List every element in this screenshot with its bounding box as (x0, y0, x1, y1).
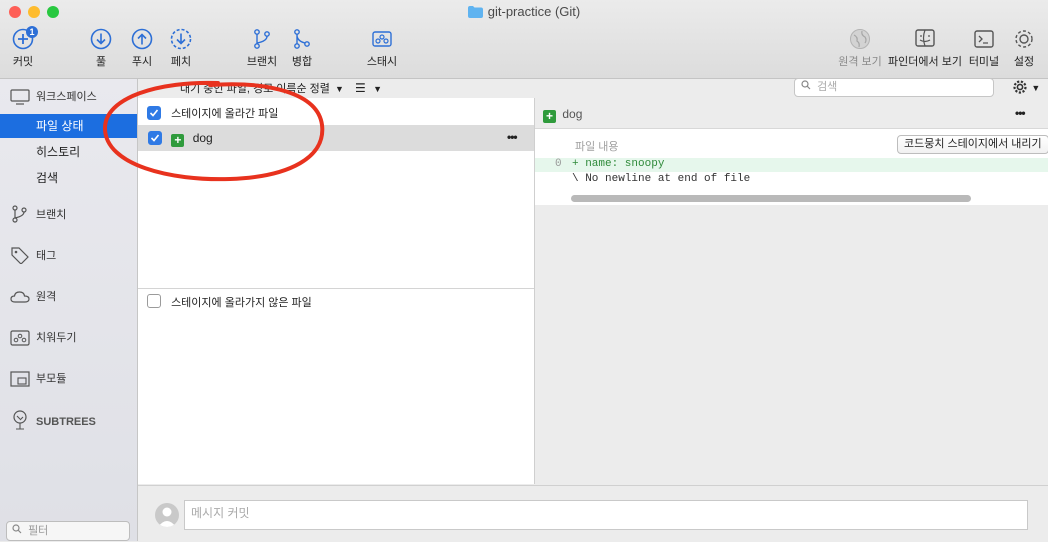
annotation-ellipse (102, 80, 325, 182)
pull-icon (90, 28, 112, 50)
horizontal-scrollbar[interactable] (571, 195, 971, 202)
sidebar-item-label: 파일 상태 (36, 119, 84, 133)
sidebar-tags-header[interactable]: 태그 (10, 246, 56, 266)
diff-hunk: 파일 내용 코드뭉치 스테이지에서 내리기 0 + name: snoopy \… (535, 128, 1048, 205)
window-title-text: git-practice (Git) (487, 4, 581, 19)
chevron-down-icon: ▼ (1031, 83, 1041, 93)
unstaged-all-checkbox[interactable] (147, 294, 161, 308)
gear-icon (1013, 80, 1027, 94)
sidebar-item-label: 히스토리 (36, 145, 81, 159)
stash-icon (372, 31, 392, 47)
search-input[interactable]: 검색 (794, 78, 994, 97)
sidebar-subtrees-header[interactable]: SUBTREES (10, 410, 96, 430)
sidebar-submodules-header[interactable]: 부모듈 (10, 369, 66, 389)
line-number: 0 (555, 158, 562, 170)
sidebar-tags-label: 태그 (36, 250, 57, 262)
commit-message-placeholder: 메시지 커밋 (191, 506, 250, 520)
chevron-down-icon: ▼ (373, 84, 383, 94)
search-placeholder: 검색 (817, 81, 838, 93)
fetch-label: 페치 (170, 56, 192, 68)
diff-pane: + dog ••• 파일 내용 코드뭉치 스테이지에서 내리기 0 + name… (535, 98, 1048, 484)
sidebar-submodules-label: 부모듈 (36, 373, 67, 385)
added-line-text: + name: snoopy (572, 158, 665, 170)
cloud-icon (10, 291, 30, 303)
subtree-icon (13, 410, 27, 430)
list-icon: ☰ (355, 81, 366, 95)
sidebar-item-label: 검색 (36, 171, 59, 185)
sidebar-remotes-label: 원격 (36, 291, 57, 303)
terminal-icon (974, 30, 994, 48)
settings-button[interactable]: 설정 (1010, 28, 1038, 69)
sidebar-filter-input[interactable]: 필터 (6, 521, 130, 541)
added-file-icon: + (543, 110, 556, 123)
fetch-icon (170, 28, 192, 50)
diff-more-button[interactable]: ••• (1015, 106, 1026, 120)
pull-label: 풀 (95, 56, 107, 68)
submodule-icon (10, 371, 30, 387)
diff-file-name: dog (562, 107, 583, 121)
terminal-button[interactable]: 터미널 (966, 28, 1002, 69)
filter-placeholder: 필터 (28, 525, 49, 537)
diff-header: + dog ••• (535, 98, 1048, 128)
diff-line-added: 0 + name: snoopy (535, 158, 1048, 172)
search-icon (12, 524, 25, 537)
remote-view-label: 원격 보기 (838, 56, 882, 68)
branch-label: 브랜치 (246, 56, 278, 68)
merge-button[interactable]: 병합 (287, 28, 317, 69)
no-newline-text: \ No newline at end of file (572, 173, 751, 185)
merge-icon (294, 29, 310, 49)
file-more-button[interactable]: ••• (507, 130, 518, 144)
sidebar-branches-label: 브랜치 (36, 209, 67, 221)
commit-message-input[interactable]: 메시지 커밋 (184, 500, 1028, 530)
stash-label: 스태시 (366, 56, 398, 68)
unstaged-files-header[interactable]: 스테이지에 올라가지 않은 파일 (147, 294, 312, 310)
hunk-label: 파일 내용 (575, 141, 619, 153)
sidebar-workspace-header[interactable]: 워크스페이스 (10, 87, 97, 107)
commit-button[interactable]: 1 커밋 (6, 26, 40, 69)
show-in-finder-button[interactable]: 파인더에서 보기 (887, 28, 963, 69)
pull-button[interactable]: 풀 (86, 28, 116, 69)
toolbar: git-practice (Git) 1 커밋 풀 푸시 페치 브랜치 병합 스… (0, 0, 1048, 79)
pane-divider[interactable] (138, 288, 534, 289)
tag-icon (11, 247, 29, 265)
push-icon (131, 28, 153, 50)
action-menu-button[interactable]: ▼ (1012, 79, 1040, 98)
show-in-finder-label: 파인더에서 보기 (888, 56, 962, 68)
sidebar-branches-header[interactable]: 브랜치 (10, 205, 66, 225)
view-mode-dropdown[interactable]: ☰ ▼ (355, 81, 382, 95)
monitor-icon (10, 89, 30, 105)
search-icon (801, 80, 814, 93)
sidebar-subtrees-label: SUBTREES (36, 416, 96, 428)
commit-label: 커밋 (12, 56, 34, 68)
chevron-down-icon: ▼ (334, 84, 344, 94)
sidebar-stashes-header[interactable]: 치워두기 (10, 328, 76, 348)
gear-icon (1015, 30, 1033, 48)
sidebar-workspace-label: 워크스페이스 (36, 91, 97, 103)
fetch-button[interactable]: 페치 (166, 28, 196, 69)
stash-icon (10, 330, 30, 346)
branch-button[interactable]: 브랜치 (245, 28, 279, 69)
push-button[interactable]: 푸시 (127, 28, 157, 69)
commit-bar: 메시지 커밋 (138, 485, 1048, 542)
sidebar-remotes-header[interactable]: 원격 (10, 287, 56, 307)
stash-button[interactable]: 스태시 (364, 28, 400, 69)
remote-view-button[interactable]: 원격 보기 (836, 28, 884, 69)
sidebar-stashes-label: 치워두기 (36, 332, 77, 344)
window-title: git-practice (Git) (0, 4, 1048, 21)
terminal-label: 터미널 (968, 56, 1000, 68)
unstage-hunk-button[interactable]: 코드뭉치 스테이지에서 내리기 (897, 135, 1048, 154)
merge-label: 병합 (291, 56, 313, 68)
branch-icon (254, 29, 270, 49)
unstaged-files-header-label: 스테이지에 올라가지 않은 파일 (171, 297, 312, 309)
branch-icon (12, 205, 27, 223)
settings-label: 설정 (1013, 56, 1035, 68)
commit-count-badge: 1 (26, 26, 38, 38)
finder-icon (915, 29, 935, 47)
avatar (155, 503, 179, 527)
push-label: 푸시 (131, 56, 153, 68)
folder-icon (467, 6, 483, 21)
globe-icon (850, 29, 870, 49)
